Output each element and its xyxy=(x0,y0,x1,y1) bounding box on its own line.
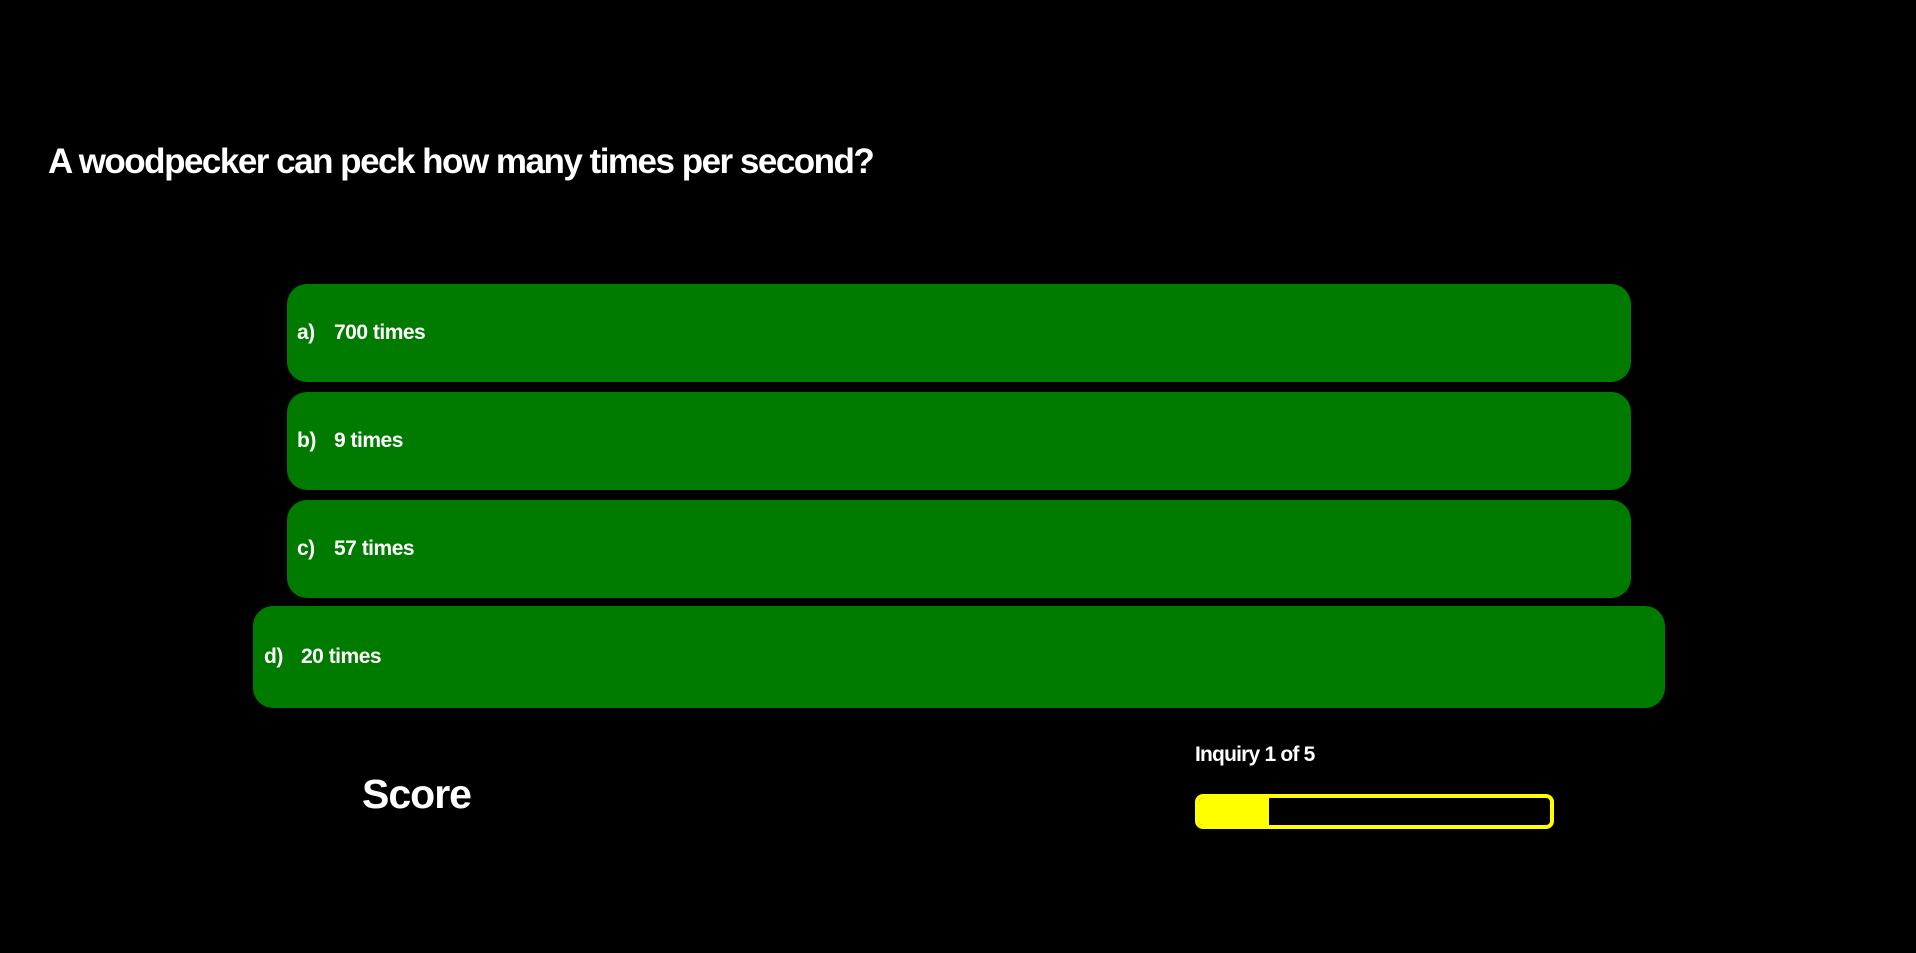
option-text: 57 times xyxy=(334,537,415,560)
option-letter: b) xyxy=(297,429,316,452)
progress-label: Inquiry 1 of 5 xyxy=(1195,743,1315,766)
question-text: A woodpecker can peck how many times per… xyxy=(48,142,875,181)
option-text: 700 times xyxy=(334,321,426,344)
progress-bar-fill xyxy=(1199,798,1270,825)
option-d[interactable]: d) 20 times xyxy=(253,606,1665,708)
progress-bar xyxy=(1195,794,1554,829)
option-letter: d) xyxy=(264,645,283,668)
option-text: 20 times xyxy=(301,645,382,668)
option-b[interactable]: b) 9 times xyxy=(287,392,1631,490)
option-a[interactable]: a) 700 times xyxy=(287,284,1631,382)
option-text: 9 times xyxy=(334,429,403,452)
option-letter: c) xyxy=(297,537,315,560)
option-c[interactable]: c) 57 times xyxy=(287,500,1631,598)
option-letter: a) xyxy=(297,321,315,344)
quiz-screen: A woodpecker can peck how many times per… xyxy=(0,0,1916,953)
score-label: Score xyxy=(362,771,472,817)
